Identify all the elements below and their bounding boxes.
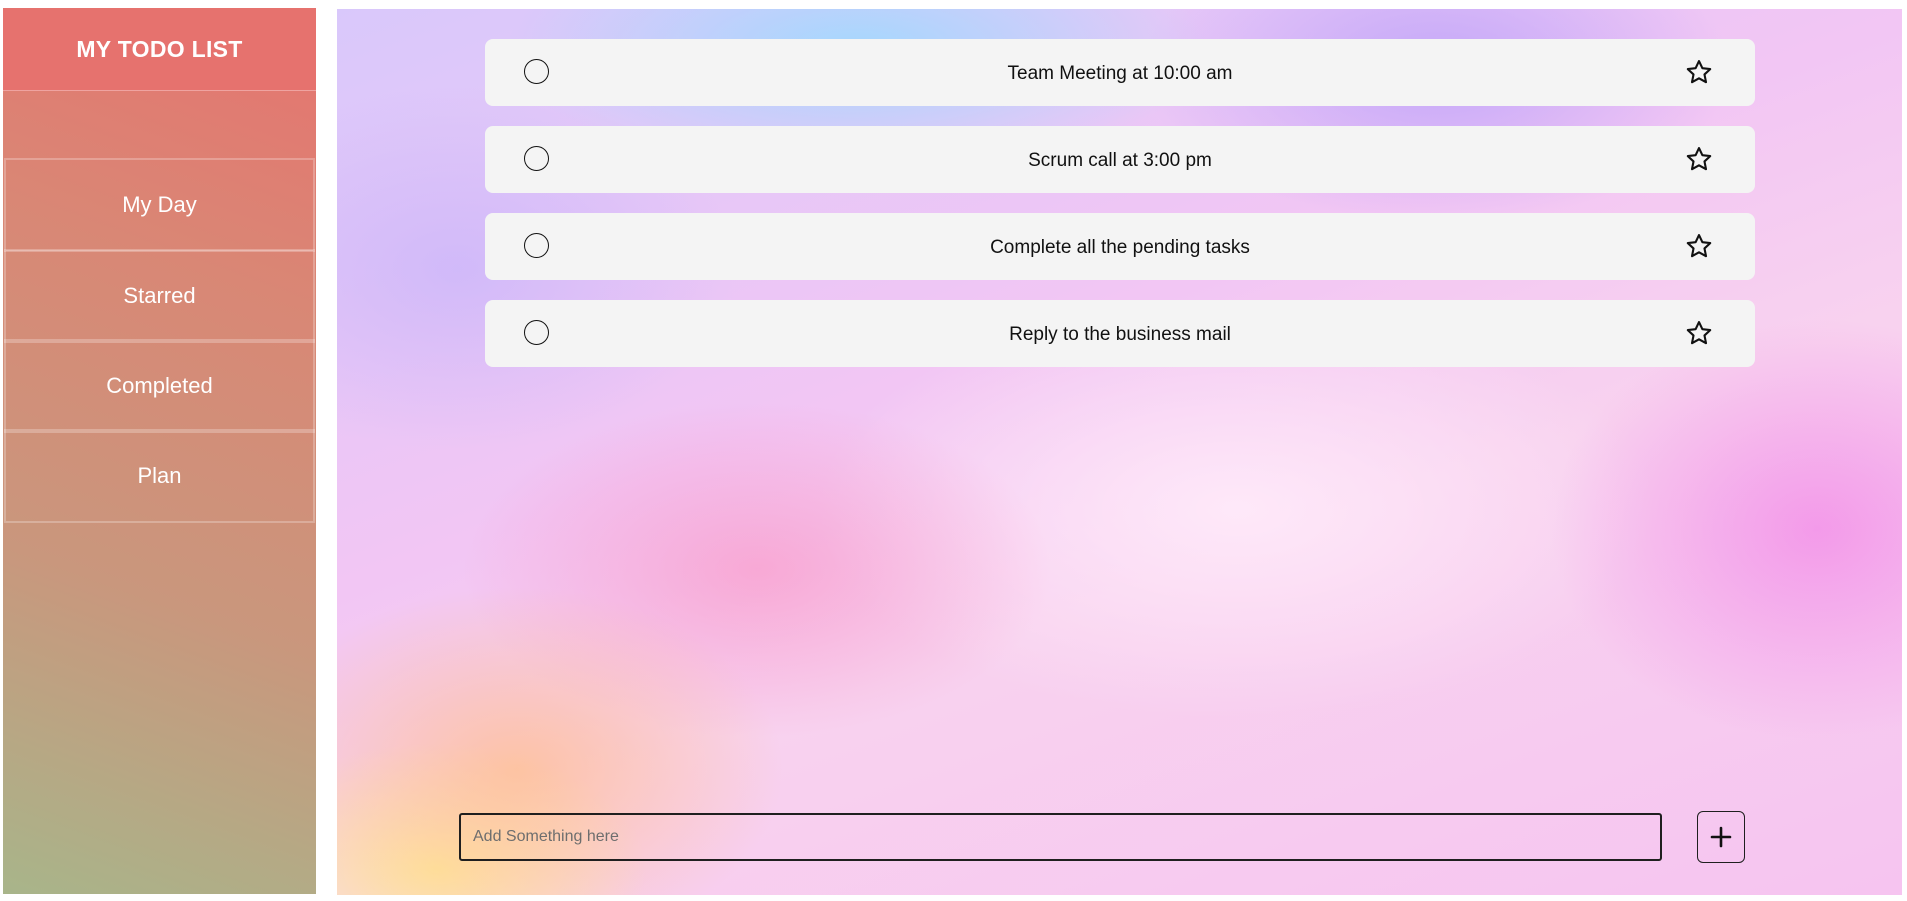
todo-app: MY TODO LIST My Day Starred Completed Pl… bbox=[0, 0, 1907, 901]
add-task-input[interactable] bbox=[459, 813, 1662, 861]
task-text: Reply to the business mail bbox=[1009, 324, 1231, 345]
complete-checkbox[interactable] bbox=[524, 146, 549, 171]
add-task-button[interactable] bbox=[1697, 811, 1745, 863]
sidebar-item-plan[interactable]: Plan bbox=[4, 429, 315, 523]
task-item: Complete all the pending tasks bbox=[485, 213, 1755, 280]
star-icon[interactable] bbox=[1685, 319, 1713, 347]
plus-icon bbox=[1698, 825, 1744, 849]
star-icon[interactable] bbox=[1685, 232, 1713, 260]
task-text: Scrum call at 3:00 pm bbox=[1028, 150, 1212, 171]
sidebar-item-label: Plan bbox=[137, 463, 182, 488]
complete-checkbox[interactable] bbox=[524, 59, 549, 84]
complete-checkbox[interactable] bbox=[524, 320, 549, 345]
complete-checkbox[interactable] bbox=[524, 233, 549, 258]
app-title: MY TODO LIST bbox=[3, 8, 316, 91]
sidebar-item-my-day[interactable]: My Day bbox=[4, 158, 315, 252]
task-area: Team Meeting at 10:00 am Scrum call at 3… bbox=[337, 9, 1902, 895]
task-item: Team Meeting at 10:00 am bbox=[485, 39, 1755, 106]
task-text: Complete all the pending tasks bbox=[990, 237, 1250, 258]
sidebar-item-starred[interactable]: Starred bbox=[4, 249, 315, 343]
task-text: Team Meeting at 10:00 am bbox=[1007, 63, 1233, 84]
star-icon[interactable] bbox=[1685, 145, 1713, 173]
task-item: Reply to the business mail bbox=[485, 300, 1755, 367]
sidebar-item-label: Starred bbox=[123, 283, 196, 308]
sidebar-item-label: My Day bbox=[122, 192, 197, 217]
sidebar-item-label: Completed bbox=[106, 373, 213, 398]
star-icon[interactable] bbox=[1685, 58, 1713, 86]
sidebar-item-completed[interactable]: Completed bbox=[4, 339, 315, 433]
task-item: Scrum call at 3:00 pm bbox=[485, 126, 1755, 193]
sidebar: MY TODO LIST My Day Starred Completed Pl… bbox=[3, 8, 316, 894]
